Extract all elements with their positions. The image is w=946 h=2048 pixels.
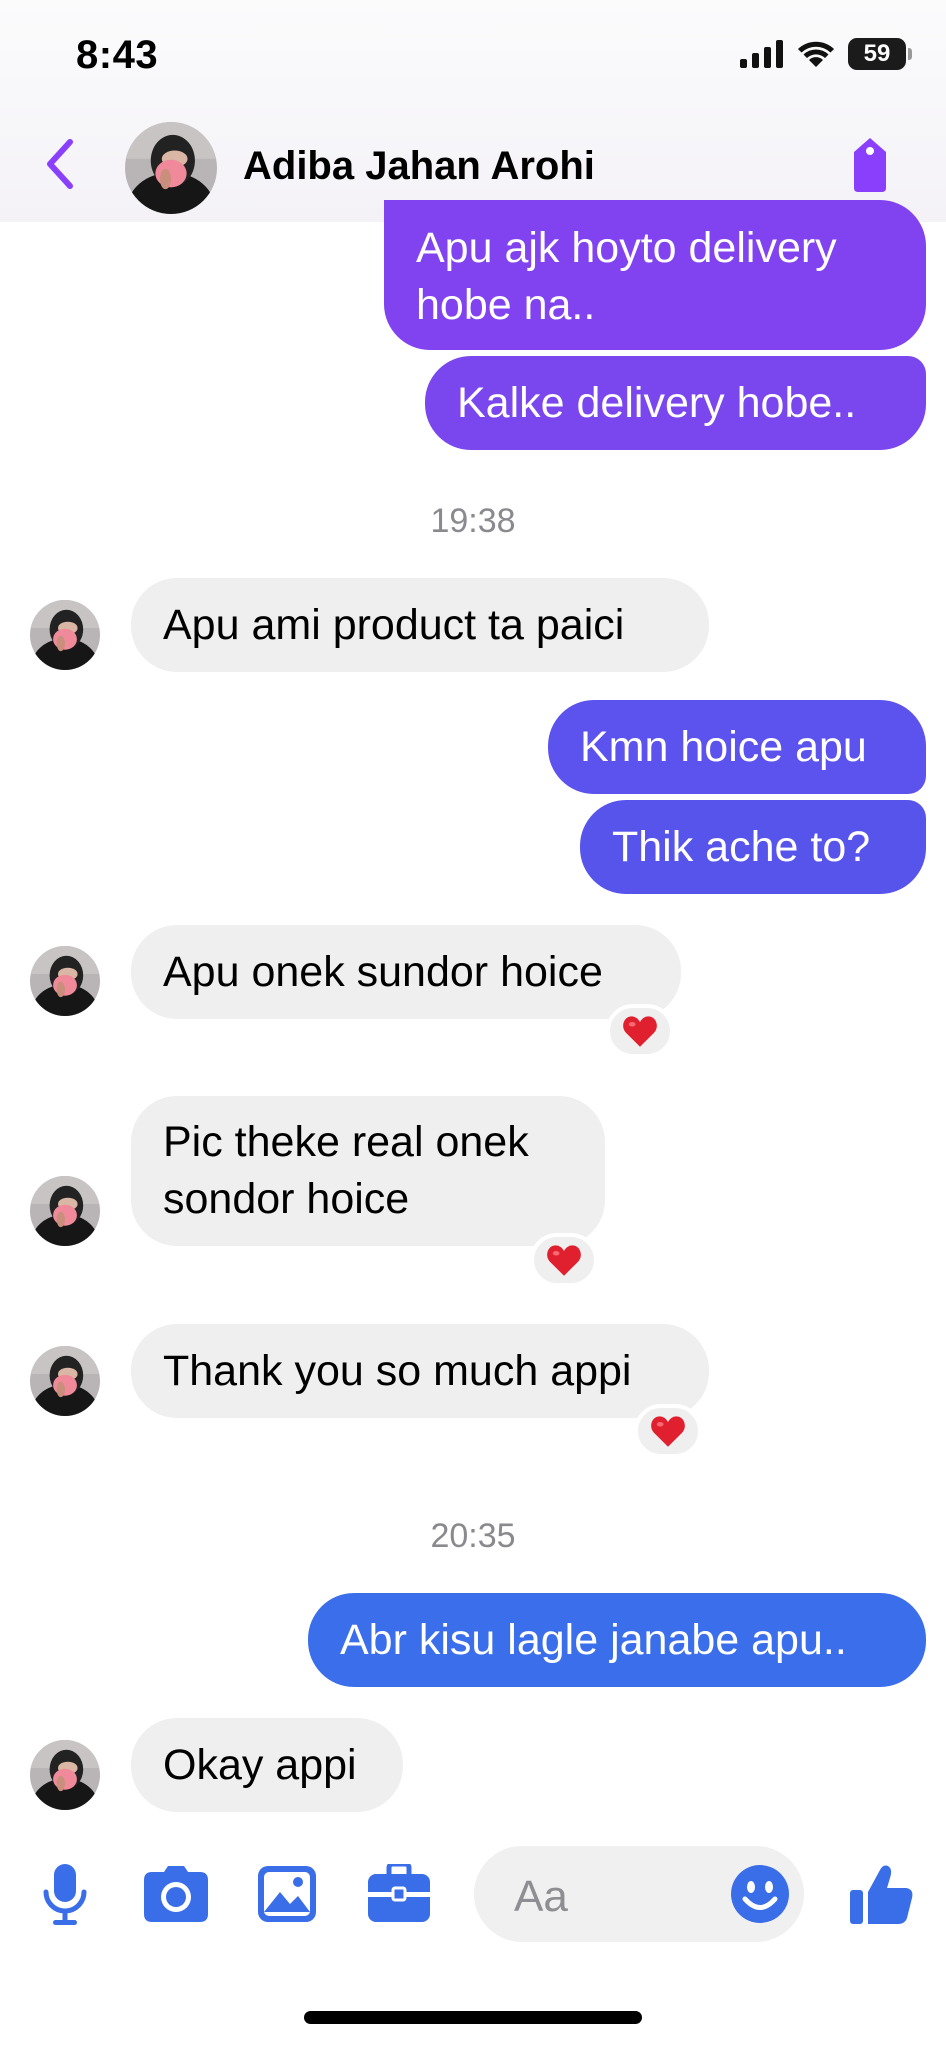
message-bubble-incoming[interactable]: Apu ami product ta paici bbox=[131, 578, 709, 672]
heart-icon bbox=[650, 1414, 686, 1448]
heart-icon bbox=[622, 1014, 658, 1048]
microphone-icon[interactable] bbox=[40, 1862, 90, 1928]
message-bubble-outgoing[interactable]: Apu ajk hoyto delivery hobe na.. bbox=[384, 200, 926, 350]
thumbs-up-icon[interactable] bbox=[850, 1862, 914, 1926]
camera-icon[interactable] bbox=[144, 1866, 208, 1922]
back-chevron-icon[interactable] bbox=[40, 136, 82, 192]
message-input[interactable]: Aa bbox=[474, 1846, 804, 1942]
sender-avatar[interactable] bbox=[30, 600, 100, 670]
status-time: 8:43 bbox=[76, 33, 159, 77]
battery-level: 59 bbox=[863, 40, 891, 67]
message-input-placeholder: Aa bbox=[514, 1872, 568, 1921]
message-bubble-incoming[interactable]: Apu onek sundor hoice bbox=[131, 925, 681, 1019]
wifi-icon bbox=[798, 41, 834, 67]
contact-name[interactable]: Adiba Jahan Arohi bbox=[243, 144, 595, 189]
sender-avatar[interactable] bbox=[30, 1740, 100, 1810]
image-icon[interactable] bbox=[258, 1866, 316, 1922]
signal-icon bbox=[740, 40, 783, 68]
sender-avatar[interactable] bbox=[30, 1176, 100, 1246]
emoji-icon[interactable] bbox=[730, 1864, 790, 1924]
heart-icon bbox=[546, 1243, 582, 1277]
message-bubble-incoming[interactable]: Okay appi bbox=[131, 1718, 403, 1812]
timestamp: 20:35 bbox=[430, 1517, 516, 1555]
chat-header: 8:43 59 Adiba Jahan Arohi bbox=[0, 0, 946, 222]
reaction-badge[interactable] bbox=[530, 1233, 598, 1287]
home-indicator[interactable] bbox=[304, 2011, 642, 2024]
sender-avatar[interactable] bbox=[30, 1346, 100, 1416]
message-bubble-outgoing[interactable]: Kalke delivery hobe.. bbox=[425, 356, 926, 450]
message-bubble-outgoing[interactable]: Thik ache to? bbox=[580, 800, 926, 894]
reaction-badge[interactable] bbox=[634, 1404, 702, 1458]
contact-avatar[interactable] bbox=[125, 122, 217, 214]
message-bubble-incoming[interactable]: Pic theke real onek sondor hoice bbox=[131, 1096, 605, 1246]
message-bubble-outgoing[interactable]: Abr kisu lagle janabe apu.. bbox=[308, 1593, 926, 1687]
timestamp: 19:38 bbox=[430, 502, 516, 540]
status-icons: 59 bbox=[740, 38, 912, 70]
tag-icon[interactable] bbox=[846, 136, 894, 194]
message-bubble-outgoing[interactable]: Kmn hoice apu bbox=[548, 700, 926, 794]
message-bubble-incoming[interactable]: Thank you so much appi bbox=[131, 1324, 709, 1418]
battery-icon: 59 bbox=[848, 38, 912, 70]
sender-avatar[interactable] bbox=[30, 946, 100, 1016]
briefcase-icon[interactable] bbox=[368, 1864, 430, 1922]
reaction-badge[interactable] bbox=[606, 1004, 674, 1058]
